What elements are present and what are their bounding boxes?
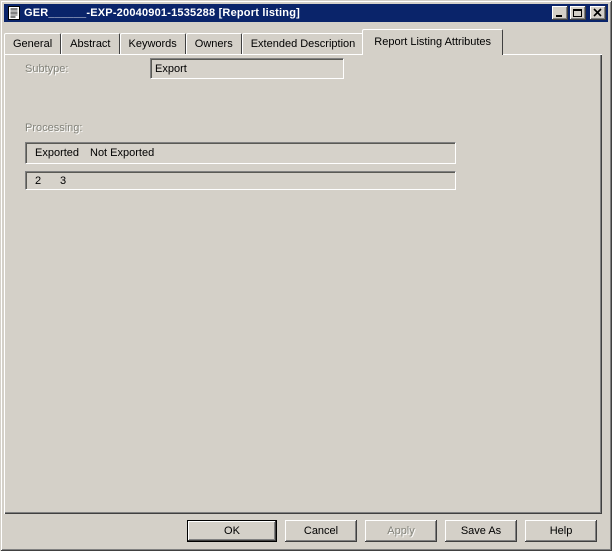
maximize-icon [572,8,584,18]
subtype-label: Subtype: [25,63,68,75]
value-not-exported-count: 3 [60,175,66,187]
title-bar: GER______-EXP-20040901-1535288 [Report l… [4,4,608,22]
processing-values-row: 2 3 [25,171,456,190]
save-as-button[interactable]: Save As [445,520,517,542]
subtype-field[interactable]: Export [150,58,344,79]
report-document-icon [7,6,21,20]
minimize-button[interactable] [552,6,568,20]
caption-buttons [550,6,606,20]
tab-keywords[interactable]: Keywords [120,33,186,54]
maximize-button[interactable] [570,6,586,20]
processing-header-row: Exported Not Exported [25,142,456,164]
processing-label: Processing: [25,122,82,134]
apply-button: Apply [365,520,437,542]
cancel-button[interactable]: Cancel [285,520,357,542]
dialog-window: GER______-EXP-20040901-1535288 [Report l… [0,0,612,551]
minimize-icon [554,8,566,18]
value-exported-count: 2 [35,175,41,187]
tab-general[interactable]: General [4,33,61,54]
tab-strip: General Abstract Keywords Owners Extende… [4,29,503,54]
column-header-exported: Exported [35,147,79,159]
close-button[interactable] [590,6,606,20]
report-listing-attributes-panel: Subtype: Export Processing: Exported Not… [4,54,602,514]
help-button[interactable]: Help [525,520,597,542]
tab-abstract[interactable]: Abstract [61,33,119,54]
ok-button[interactable]: OK [187,520,277,542]
tab-report-listing-attributes[interactable]: Report Listing Attributes [362,29,503,55]
tab-owners[interactable]: Owners [186,33,242,54]
tab-extended-description[interactable]: Extended Description [242,33,365,54]
window-title: GER______-EXP-20040901-1535288 [Report l… [24,7,550,19]
column-header-not-exported: Not Exported [90,147,154,159]
close-icon [592,8,604,18]
dialog-button-row: OK Cancel Apply Save As Help [4,519,608,542]
